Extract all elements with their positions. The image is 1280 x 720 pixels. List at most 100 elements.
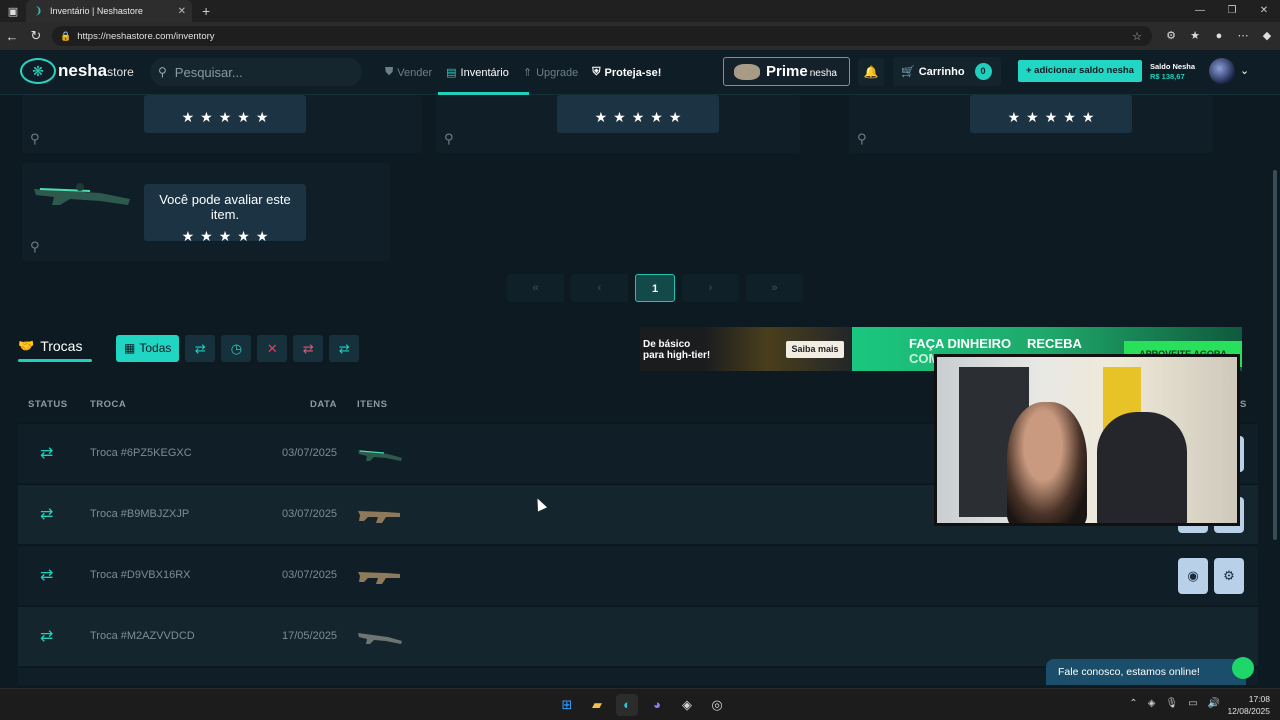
maximize-icon[interactable]: ❐ — [1216, 0, 1248, 22]
steam-trade-button[interactable]: ⚙ — [1214, 558, 1244, 594]
cart-button[interactable]: 🛒 Carrinho 0 — [893, 57, 1001, 86]
cart-label: Carrinho — [918, 65, 965, 78]
pagination: « ‹ 1 › » — [507, 274, 803, 302]
nav-upgrade[interactable]: ⇑ Upgrade — [523, 50, 578, 95]
trade-date: 03/07/2025 — [282, 447, 338, 459]
rating-stars[interactable]: ★★★★★ — [970, 109, 1132, 126]
rating-stars[interactable]: ★★★★★ — [557, 109, 719, 126]
live-chat-button[interactable]: Fale conosco, estamos online! — [1046, 657, 1254, 685]
trade-filters: ▦ Todas ⇄ ◷ ✕ ⇄ ⇄ — [116, 335, 360, 362]
zoom-icon[interactable]: ⚲ — [30, 239, 40, 255]
promo-banner-upgrade[interactable]: De básico para high-tier! Saiba mais — [640, 327, 852, 371]
browser-open-button[interactable]: ◉ — [1178, 558, 1208, 594]
profile-icon[interactable]: ● — [1212, 26, 1226, 46]
nav-inventario[interactable]: ▤ Inventário — [438, 50, 529, 95]
trade-status-icon: ⇄ — [40, 506, 54, 523]
first-page-button[interactable]: « — [507, 274, 564, 302]
item-thumbnail — [358, 633, 402, 644]
search-input[interactable] — [174, 64, 345, 80]
tray-expand-icon[interactable]: ⌃ — [1129, 698, 1137, 709]
next-page-button[interactable]: › — [682, 274, 739, 302]
upgrade-icon: ⇑ — [522, 67, 533, 79]
filter-pending-button[interactable]: ◷ — [221, 335, 252, 362]
rating-popup: ★★★★★ — [970, 95, 1132, 133]
window-menu-icon[interactable]: ▣ — [0, 5, 26, 18]
table-row[interactable]: ⇄ Troca #D9VBX16RX 03/07/2025 ◉ ⚙ — [18, 545, 1258, 605]
filter-accepted-button[interactable]: ⇄ — [329, 335, 360, 362]
minimize-icon[interactable]: — — [1184, 0, 1216, 22]
clock-date: 12/08/2025 — [1227, 706, 1270, 716]
file-explorer-icon[interactable]: ▰ — [586, 694, 608, 716]
logo-name: nesha — [58, 61, 108, 80]
discord-icon[interactable]: ◕ — [646, 694, 668, 716]
search-icon: ⚲ — [158, 65, 167, 79]
scrollbar-thumb[interactable] — [1273, 170, 1277, 540]
inventory-icon: ▤ — [446, 67, 457, 79]
trade-id: Troca #6PZ5KEGXC — [90, 447, 192, 459]
reload-icon[interactable]: ↻ — [24, 28, 48, 44]
extensions-icon[interactable]: ⚙ — [1164, 26, 1178, 46]
back-icon[interactable]: ← — [0, 29, 24, 44]
nav-proteja[interactable]: ⛨ Proteja-se! — [592, 50, 661, 95]
windows-start-icon[interactable]: ⊞ — [556, 694, 578, 716]
zoom-icon[interactable]: ⚲ — [857, 131, 867, 147]
webcam-overlay — [934, 354, 1240, 526]
table-row[interactable]: ⇄ Troca #M2AZVVDCD 17/05/2025 — [18, 606, 1258, 666]
prev-page-button[interactable]: ‹ — [571, 274, 628, 302]
handshake-icon: ⇄ — [194, 341, 206, 356]
add-balance-button[interactable]: + adicionar saldo nesha — [1018, 60, 1142, 82]
current-page-button[interactable]: 1 — [635, 274, 675, 302]
zoom-icon[interactable]: ⚲ — [444, 131, 454, 147]
trade-status-icon: ⇄ — [40, 628, 54, 645]
volume-icon[interactable]: 🔊 — [1208, 698, 1220, 709]
trade-id: Troca #D9VBX16RX — [90, 569, 191, 581]
favorites-icon[interactable]: ★ — [1188, 26, 1202, 46]
last-page-button[interactable]: » — [746, 274, 803, 302]
rating-popup: ★★★★★ — [144, 95, 306, 133]
rating-stars[interactable]: ★★★★★ — [144, 228, 306, 245]
site-logo[interactable]: ❋ neshastore — [20, 58, 134, 84]
steam-icon[interactable]: ◈ — [676, 694, 698, 716]
trade-id: Troca #M2AZVVDCD — [90, 630, 195, 642]
banner2-line3: RECEBA — [1027, 336, 1082, 351]
favorite-star-icon[interactable]: ☆ — [1132, 30, 1142, 43]
prime-button[interactable]: Prime nesha — [723, 57, 850, 86]
filter-all-button[interactable]: ▦ Todas — [116, 335, 180, 362]
microphone-icon[interactable]: 🎙 — [1165, 698, 1178, 709]
copilot-icon[interactable]: ◆ — [1260, 26, 1274, 46]
prime-label: Prime — [766, 63, 808, 80]
cart-count-badge: 0 — [974, 63, 992, 80]
close-window-icon[interactable]: ✕ — [1248, 0, 1280, 22]
trocas-heading: 🤝 Trocas — [18, 338, 82, 354]
nav-vender-label: Vender — [397, 66, 433, 79]
system-clock[interactable]: 17:08 12/08/2025 — [1227, 693, 1270, 717]
nav-vender[interactable]: ⛊ Vender — [385, 50, 432, 95]
more-menu-icon[interactable]: ⋯ — [1236, 26, 1250, 46]
search-box[interactable]: ⚲ — [150, 58, 362, 86]
browser-tab[interactable]: ❩ Inventário | Neshastore ✕ — [26, 0, 192, 22]
notifications-bell-icon[interactable]: 🔔 — [858, 58, 884, 86]
chat-label: Fale conosco, estamos online! — [1058, 666, 1200, 678]
taskbar-apps: ⊞ ▰ ◐ ◕ ◈ ◎ — [556, 694, 728, 716]
zoom-icon[interactable]: ⚲ — [30, 131, 40, 147]
filter-completed-button[interactable]: ⇄ — [185, 335, 216, 362]
filter-cancelled-button[interactable]: ✕ — [257, 335, 288, 362]
user-avatar[interactable] — [1209, 58, 1235, 84]
new-tab-icon[interactable]: + — [202, 3, 210, 19]
system-tray: ⌃ ◈ 🎙 ▭ 🔊 — [1129, 698, 1220, 709]
chat-status-icon — [1232, 657, 1254, 679]
chevron-down-icon[interactable]: ⌄ — [1240, 64, 1249, 77]
page-scrollbar[interactable] — [1272, 95, 1278, 685]
tab-close-icon[interactable]: ✕ — [178, 6, 186, 17]
saiba-mais-button[interactable]: Saiba mais — [786, 341, 844, 358]
clock-time: 17:08 — [1248, 694, 1270, 704]
network-icon[interactable]: ▭ — [1188, 698, 1197, 709]
rating-stars[interactable]: ★★★★★ — [144, 109, 306, 126]
trocas-title: Trocas — [40, 338, 83, 354]
filter-declined-button[interactable]: ⇄ — [293, 335, 324, 362]
app-icon[interactable]: ◎ — [706, 694, 728, 716]
edge-browser-icon[interactable]: ◐ — [616, 694, 638, 716]
rating-prompt: Você pode avaliar este item. — [159, 192, 291, 222]
address-bar[interactable]: 🔒 https://neshastore.com/inventory ☆ — [52, 26, 1152, 46]
tray-steam-icon[interactable]: ◈ — [1148, 698, 1156, 709]
